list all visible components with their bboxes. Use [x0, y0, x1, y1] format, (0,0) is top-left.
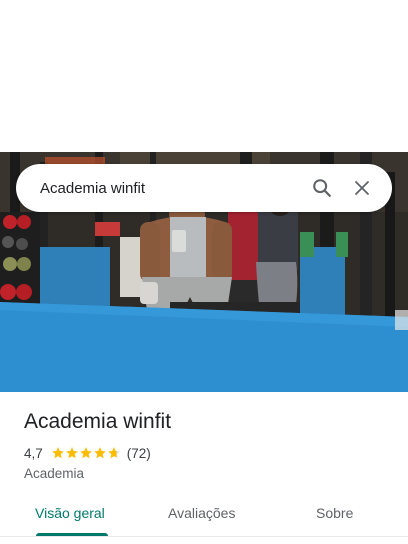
star-icon: [107, 447, 120, 459]
search-icon: [313, 179, 331, 197]
star-icon: [93, 447, 106, 459]
place-tabs: Visão geral Avaliações Sobre: [0, 496, 408, 537]
close-icon: [355, 181, 369, 195]
review-count[interactable]: (72): [127, 446, 151, 461]
search-input[interactable]: [40, 176, 302, 200]
star-icon: [79, 447, 92, 459]
rating-stars: [51, 446, 121, 460]
tab-about[interactable]: Sobre: [316, 496, 353, 534]
rating-value: 4,7: [24, 445, 43, 461]
tab-overview[interactable]: Visão geral: [35, 496, 105, 534]
tabs-divider: [0, 536, 408, 537]
close-button[interactable]: [342, 168, 382, 208]
place-title: Academia winfit: [24, 410, 172, 433]
map-blank-area: [0, 0, 408, 152]
search-button[interactable]: [302, 168, 342, 208]
star-icon: [51, 447, 64, 459]
rating-row[interactable]: 4,7 (72): [24, 444, 151, 462]
place-category[interactable]: Academia: [24, 465, 84, 483]
star-icon: [65, 447, 78, 459]
tab-reviews[interactable]: Avaliações: [168, 496, 235, 534]
search-box: [16, 164, 392, 212]
